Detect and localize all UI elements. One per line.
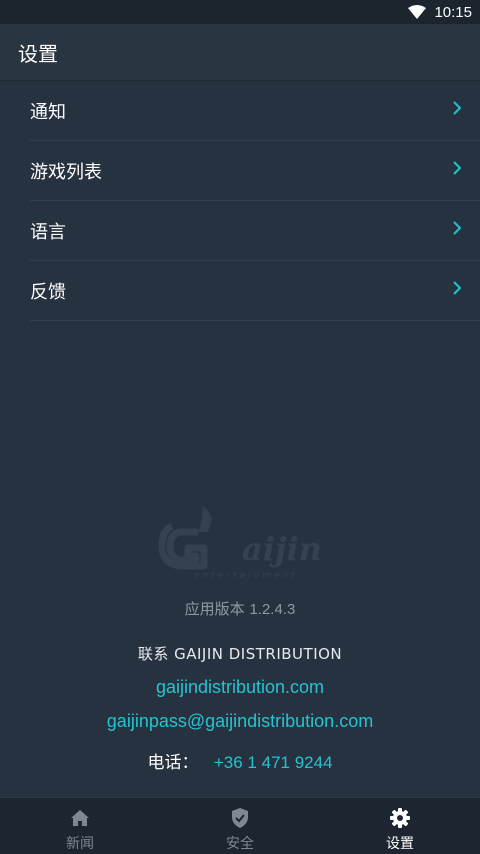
page-title: 设置 bbox=[18, 41, 58, 66]
bottom-nav: 新闻 安全 设置 bbox=[0, 797, 480, 854]
chevron-right-icon bbox=[452, 220, 462, 236]
tab-news[interactable]: 新闻 bbox=[0, 798, 160, 854]
svg-text:aijin: aijin bbox=[242, 530, 322, 568]
phone-row: 电话： +36 1 471 9244 bbox=[0, 748, 480, 773]
phone-link[interactable]: +36 1 471 9244 bbox=[214, 753, 333, 772]
gaijin-logo: aijin entertainment bbox=[158, 500, 324, 582]
version-number: 1.2.4.3 bbox=[249, 601, 296, 618]
gear-icon bbox=[389, 807, 411, 829]
tab-label: 新闻 bbox=[66, 836, 94, 852]
logo-subtext: entertainment bbox=[194, 571, 298, 581]
status-time: 10:15 bbox=[434, 3, 472, 21]
chevron-right-icon bbox=[452, 100, 462, 116]
home-icon bbox=[70, 807, 90, 829]
tab-settings[interactable]: 设置 bbox=[320, 798, 480, 854]
shield-check-icon bbox=[231, 807, 249, 829]
chevron-right-icon bbox=[452, 280, 462, 296]
menu-item-label: 通知 bbox=[30, 101, 66, 123]
menu-item-label: 反馈 bbox=[30, 281, 66, 303]
website-link[interactable]: gaijindistribution.com bbox=[156, 677, 324, 697]
app-version: 应用版本 1.2.4.3 bbox=[0, 598, 480, 619]
website-row: gaijindistribution.com bbox=[0, 677, 480, 698]
menu-item-label: 语言 bbox=[30, 221, 66, 243]
tab-label: 安全 bbox=[226, 836, 254, 852]
chevron-right-icon bbox=[452, 160, 462, 176]
settings-menu: 通知 游戏列表 语言 反馈 bbox=[30, 81, 480, 321]
email-link[interactable]: gaijinpass@gaijindistribution.com bbox=[107, 711, 373, 731]
tab-label: 设置 bbox=[386, 836, 414, 852]
menu-item-feedback[interactable]: 反馈 bbox=[30, 261, 480, 321]
email-row: gaijinpass@gaijindistribution.com bbox=[0, 711, 480, 732]
menu-item-notifications[interactable]: 通知 bbox=[30, 81, 480, 141]
app-bar: 设置 bbox=[0, 24, 480, 81]
contact-title: 联系 GAIJIN DISTRIBUTION bbox=[137, 645, 343, 663]
menu-item-label: 游戏列表 bbox=[30, 161, 102, 183]
tab-security[interactable]: 安全 bbox=[160, 798, 320, 854]
status-bar: 10:15 bbox=[0, 0, 480, 24]
phone-label: 电话： bbox=[147, 753, 199, 773]
wifi-icon bbox=[408, 5, 427, 19]
version-label: 应用版本 bbox=[184, 600, 245, 618]
menu-item-language[interactable]: 语言 bbox=[30, 201, 480, 261]
menu-item-game-list[interactable]: 游戏列表 bbox=[30, 141, 480, 201]
